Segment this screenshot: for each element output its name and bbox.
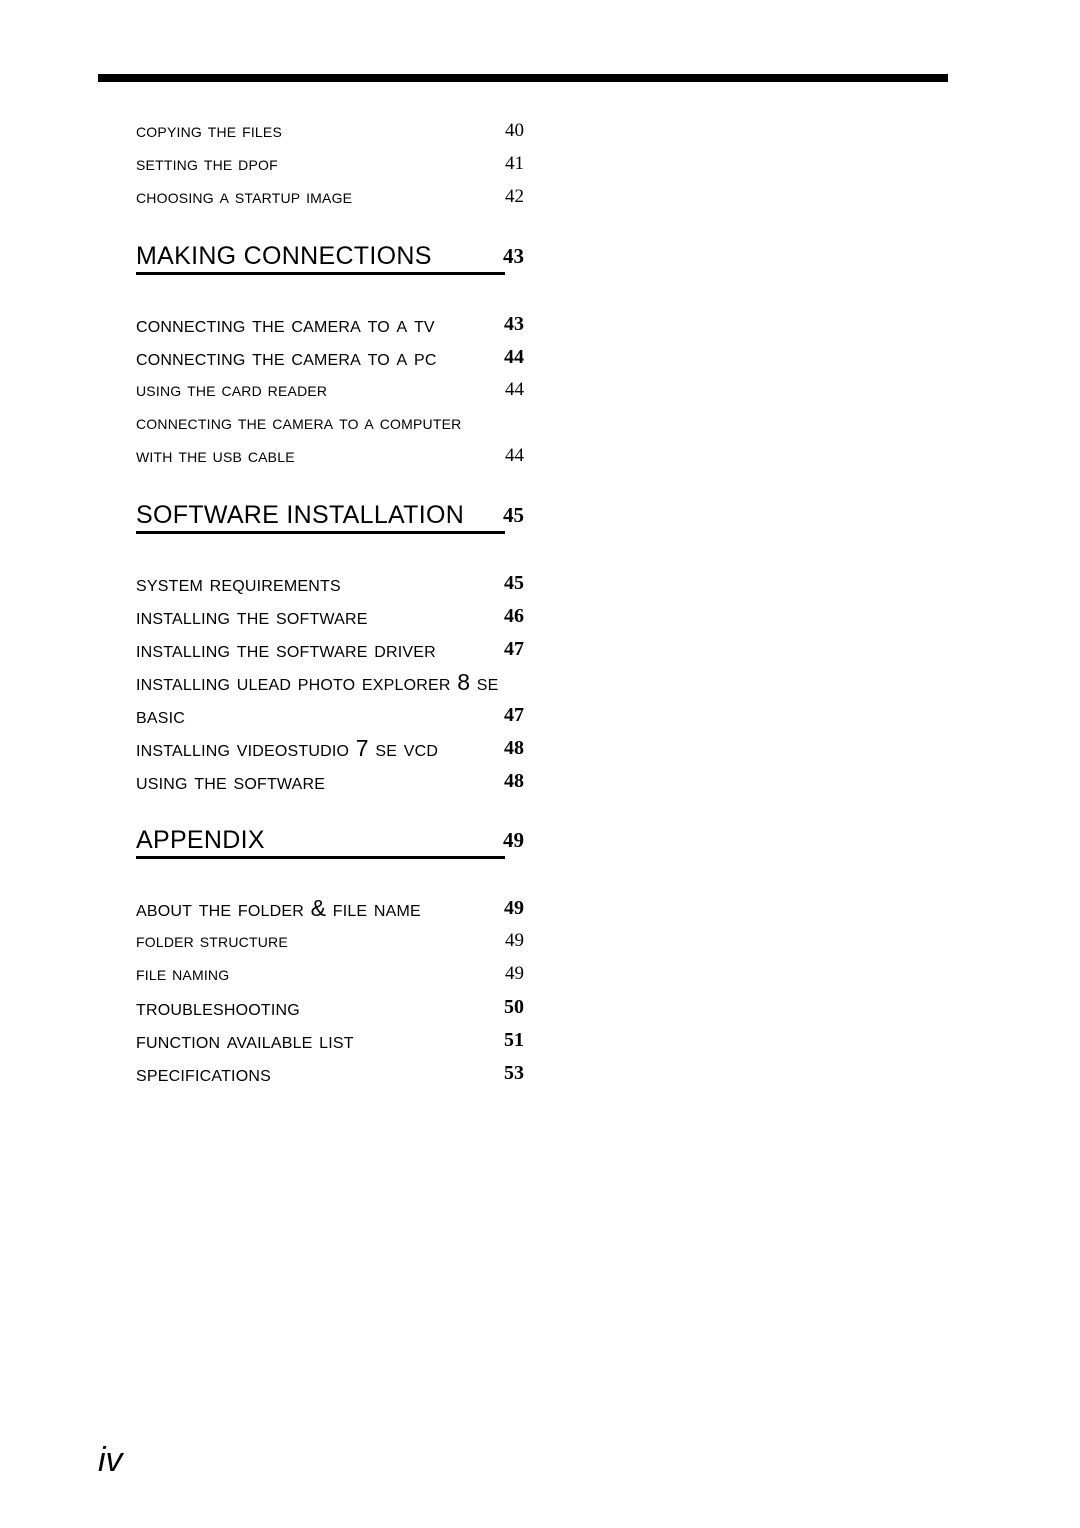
toc-entry-page-number: 44 <box>505 445 524 466</box>
toc-entry-label: Connecting the Camera to a Computer <box>136 412 462 434</box>
toc-entry[interactable]: Basic 47 <box>136 700 524 733</box>
toc-entry-label: Copying the Files <box>136 120 282 142</box>
toc-entry-label: Using the Card Reader <box>136 379 328 401</box>
toc-entry-label: Installing the Software <box>136 603 368 629</box>
toc-entry-page-number: 50 <box>504 996 524 1018</box>
toc-entry-label: Software Installation <box>136 501 465 529</box>
toc-entry-page-number: 44 <box>505 379 524 400</box>
toc-spacer <box>136 546 516 568</box>
toc-entry-label: Installing Ulead Photo Explorer 8 SE <box>136 669 499 695</box>
toc-entry-page-number: 46 <box>504 605 524 627</box>
toc-entry[interactable]: Connecting the Camera to a Computer <box>136 408 506 441</box>
toc-entry[interactable]: Installing the Software 46 <box>136 601 524 634</box>
toc-entry[interactable]: Connecting the Camera to a PC 44 <box>136 342 524 375</box>
toc-spacer <box>136 287 516 309</box>
toc-entry-label: Connecting the Camera to a PC <box>136 344 437 370</box>
document-page: Copying the Files 40 Setting the DPOF 41 Cho… <box>0 0 1080 1528</box>
toc-entry[interactable]: About the Folder & File Name 49 <box>136 893 524 926</box>
toc-entry-label: Basic <box>136 702 186 728</box>
toc-entry[interactable]: Choosing a Startup Image 42 <box>136 182 524 215</box>
toc-entry[interactable]: Installing Ulead Photo Explorer 8 SE <box>136 667 506 700</box>
toc-entry-page-number: 40 <box>505 120 524 141</box>
toc-entry-page-number: 48 <box>504 737 524 759</box>
toc-entry-page-number: 44 <box>504 346 524 368</box>
toc-entry-label: Installing the Software Driver <box>136 636 436 662</box>
toc-entry-page-number: 47 <box>504 638 524 660</box>
toc-spacer <box>136 871 516 893</box>
toc-entry[interactable]: Copying the Files 40 <box>136 116 524 149</box>
toc-entry[interactable]: Using the Card Reader 44 <box>136 375 524 408</box>
toc-entry-page-number: 51 <box>504 1029 524 1051</box>
toc-entry-label: with the USB Cable <box>136 445 295 467</box>
toc-entry-label: Installing VideoStudio 7 SE VCD <box>136 735 439 761</box>
toc-entry-label: Choosing a Startup Image <box>136 186 353 208</box>
toc-entry-label: File Naming <box>136 963 230 985</box>
toc-entry-label: Setting the DPOF <box>136 153 278 175</box>
toc-entry[interactable]: with the USB Cable 44 <box>136 441 524 474</box>
toc-entry-page-number: 49 <box>505 963 524 984</box>
toc-entry-page-number: 49 <box>505 930 524 951</box>
toc-entry[interactable]: Installing VideoStudio 7 SE VCD 48 <box>136 733 524 766</box>
page-folio: iv <box>98 1441 123 1479</box>
toc-heading-underline <box>136 531 505 534</box>
toc-entry-page-number: 43 <box>504 313 524 335</box>
toc-entry[interactable]: Troubleshooting 50 <box>136 992 524 1025</box>
toc-spacer <box>136 474 516 500</box>
toc-entry-page-number: 48 <box>504 770 524 792</box>
toc-section-heading[interactable]: Appendix 49 <box>136 825 524 871</box>
toc-entry-label: Troubleshooting <box>136 994 300 1020</box>
toc-entry-label: Making Connections <box>136 242 432 270</box>
toc-entry-label: Connecting the Camera to a TV <box>136 311 435 337</box>
table-of-contents: Copying the Files 40 Setting the DPOF 41 Cho… <box>136 116 524 1091</box>
toc-entry-page-number: 42 <box>505 186 524 207</box>
toc-entry-label: Appendix <box>136 826 265 854</box>
toc-entry[interactable]: Connecting the Camera to a TV 43 <box>136 309 524 342</box>
toc-entry[interactable]: System Requirements 45 <box>136 568 524 601</box>
toc-spacer <box>136 799 516 825</box>
toc-section-heading[interactable]: Making Connections 43 <box>136 241 524 287</box>
toc-entry-label: System Requirements <box>136 570 341 596</box>
toc-entry[interactable]: Installing the Software Driver 47 <box>136 634 524 667</box>
toc-entry-label: About the Folder & File Name <box>136 895 421 921</box>
toc-entry-label: Folder Structure <box>136 930 288 952</box>
toc-entry-page-number: 45 <box>503 503 524 527</box>
header-rule <box>98 74 948 82</box>
toc-section-heading[interactable]: Software Installation 45 <box>136 500 524 546</box>
toc-entry-page-number: 47 <box>504 704 524 726</box>
toc-entry[interactable]: Function Available List 51 <box>136 1025 524 1058</box>
toc-spacer <box>136 215 516 241</box>
toc-entry-label: Function Available List <box>136 1027 354 1053</box>
toc-entry-page-number: 53 <box>504 1062 524 1084</box>
toc-entry-label: Using the Software <box>136 768 326 794</box>
toc-entry-page-number: 45 <box>504 572 524 594</box>
toc-entry-page-number: 41 <box>505 153 524 174</box>
toc-entry-page-number: 49 <box>503 828 524 852</box>
toc-entry[interactable]: Using the Software 48 <box>136 766 524 799</box>
toc-entry-label: Specifications <box>136 1060 271 1086</box>
toc-heading-underline <box>136 856 505 859</box>
toc-heading-underline <box>136 272 505 275</box>
toc-entry[interactable]: Setting the DPOF 41 <box>136 149 524 182</box>
toc-entry-page-number: 43 <box>503 244 524 268</box>
toc-entry[interactable]: Folder Structure 49 <box>136 926 524 959</box>
toc-entry[interactable]: File Naming 49 <box>136 959 524 992</box>
toc-entry[interactable]: Specifications 53 <box>136 1058 524 1091</box>
toc-entry-page-number: 49 <box>504 897 524 919</box>
